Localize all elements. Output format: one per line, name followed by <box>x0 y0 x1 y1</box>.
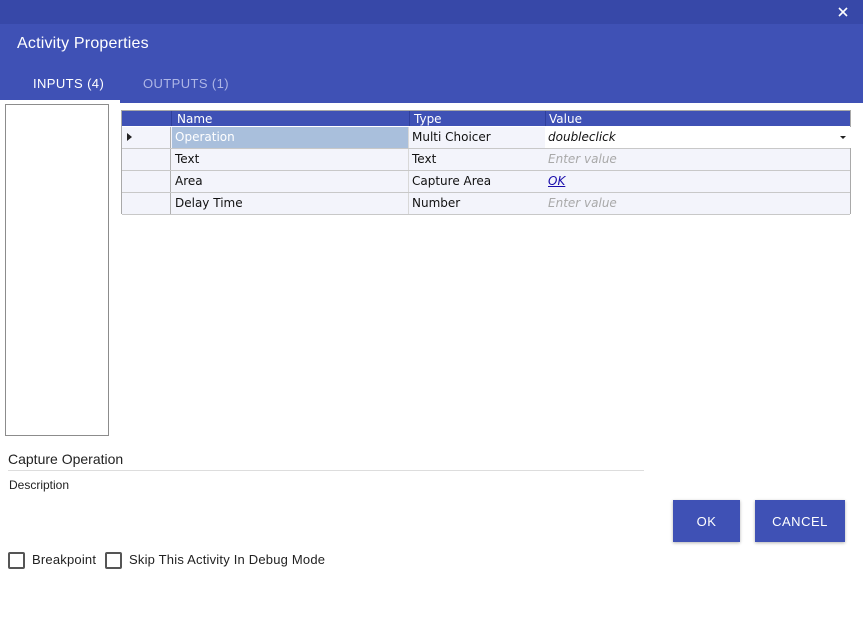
row-selector[interactable] <box>122 127 171 148</box>
text-value-input[interactable]: Enter value <box>545 149 851 170</box>
property-name: Area <box>172 171 409 192</box>
property-type: Capture Area <box>412 174 492 188</box>
property-type: Number <box>412 196 461 210</box>
cancel-button[interactable]: CANCEL <box>755 500 845 542</box>
row-selector[interactable] <box>122 171 171 192</box>
close-icon[interactable] <box>835 4 851 20</box>
breakpoint-label[interactable]: Breakpoint <box>32 552 96 567</box>
header-separator <box>171 111 172 126</box>
tab-outputs[interactable]: OUTPUTS (1) <box>143 76 229 91</box>
row-selector[interactable] <box>122 193 171 214</box>
tab-inputs[interactable]: INPUTS (4) <box>33 76 104 91</box>
grid-row-area[interactable]: Area Capture Area OK <box>122 171 850 193</box>
grid-row-text[interactable]: Text Text Enter value <box>122 149 850 171</box>
activity-properties-dialog: Activity Properties INPUTS (4) OUTPUTS (… <box>0 0 863 628</box>
operation-value-dropdown[interactable]: doubleclick <box>545 127 851 148</box>
delay-time-value-input[interactable]: Enter value <box>545 193 851 214</box>
title-bar <box>0 0 863 24</box>
property-name: Text <box>172 149 409 170</box>
header-separator <box>409 111 410 126</box>
dropdown-arrow-icon[interactable] <box>840 136 846 139</box>
property-type: Text <box>412 152 437 166</box>
row-selector[interactable] <box>122 149 171 170</box>
property-value: doubleclick <box>548 130 616 144</box>
grid-header: Name Type Value <box>122 111 850 126</box>
breakpoint-checkbox[interactable] <box>8 552 25 569</box>
ok-button[interactable]: OK <box>673 500 740 542</box>
properties-grid: Name Type Value Operation Multi Choicer … <box>121 110 851 215</box>
dialog-title: Activity Properties <box>17 35 149 52</box>
property-name: Delay Time <box>172 193 409 214</box>
current-row-arrow-icon <box>127 133 132 141</box>
grid-row-delay-time[interactable]: Delay Time Number Enter value <box>122 193 850 215</box>
activity-name-heading: Capture Operation <box>8 451 124 467</box>
grid-row-operation[interactable]: Operation Multi Choicer doubleclick <box>122 127 851 149</box>
skip-debug-checkbox[interactable] <box>105 552 122 569</box>
activity-list-panel[interactable] <box>5 104 109 436</box>
header-separator <box>545 111 546 126</box>
property-type: Multi Choicer <box>412 130 491 144</box>
column-header-type[interactable]: Type <box>414 112 442 126</box>
capture-area-ok-link[interactable]: OK <box>548 174 565 188</box>
skip-debug-label[interactable]: Skip This Activity In Debug Mode <box>129 552 325 567</box>
column-header-name[interactable]: Name <box>177 112 212 126</box>
property-name: Operation <box>172 127 409 148</box>
divider <box>8 470 644 471</box>
active-tab-indicator <box>0 100 120 103</box>
area-value-cell: OK <box>545 171 851 192</box>
dialog-header: Activity Properties INPUTS (4) OUTPUTS (… <box>0 0 863 103</box>
description-text: Description <box>9 478 70 492</box>
column-header-value[interactable]: Value <box>549 112 582 126</box>
